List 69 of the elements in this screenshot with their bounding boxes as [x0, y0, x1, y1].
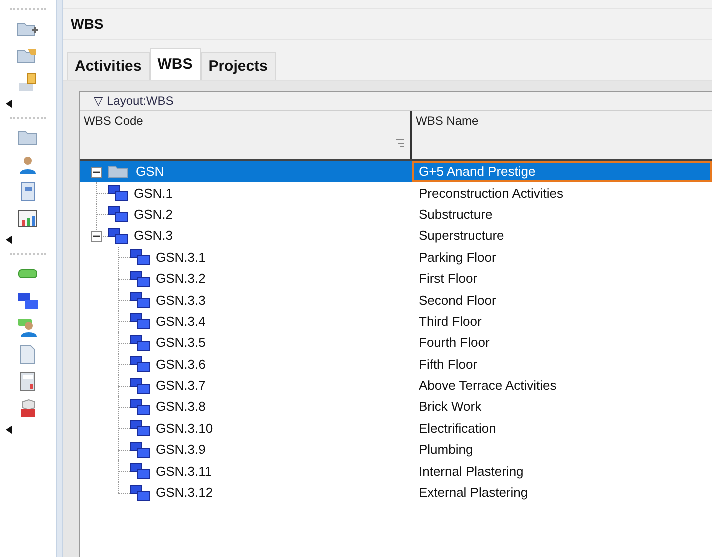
wbs-name-cell-text: External Plastering [418, 484, 530, 502]
wbs-code-cell: GSN.3 [134, 228, 174, 244]
wbs-node-icon [130, 356, 150, 372]
wbs-code-cell: GSN.3.6 [156, 356, 206, 372]
wbs-node-icon [130, 334, 150, 351]
wbs-name-cell-text: Superstructure [418, 227, 506, 246]
open-folder-icon[interactable] [17, 46, 39, 66]
wbs-node-icon [130, 463, 150, 480]
wbs-node-icon [108, 228, 128, 244]
wbs-name-cell-text: Brick Work [418, 398, 483, 416]
wbs-name-cell-text: First Floor [418, 270, 478, 288]
wbs-name-cell-text: Electrification [418, 420, 498, 438]
wbs-code-cell: GSN.3.11 [156, 464, 212, 479]
wbs-name-cell-text: Third Floor [418, 312, 483, 331]
wbs-code-cell: GSN.1 [134, 186, 174, 201]
wbs-node-icon [130, 313, 150, 330]
person-icon[interactable] [17, 318, 39, 338]
wbs-node-icon [130, 442, 150, 458]
wbs-name-cell-text: Parking Floor [418, 248, 498, 267]
collapse-arrow-icon[interactable] [6, 426, 12, 434]
layout-toggle[interactable]: ▽ [94, 94, 103, 108]
layout-label: Layout:WBS [107, 94, 174, 108]
collapse-arrow-icon[interactable] [6, 236, 12, 244]
wbs-code-cell: GSN.3.3 [156, 292, 206, 308]
export-icon[interactable] [17, 73, 39, 93]
wbs-code-cell: GSN.3.12 [156, 485, 214, 500]
wbs-name-cell-text: Preconstruction Activities [418, 184, 565, 203]
wbs-node-icon [108, 185, 128, 202]
wbs-code-cell: GSN.3.9 [156, 442, 206, 458]
tab[interactable]: Projects [200, 52, 276, 80]
wbs-name-cell: G+5 Anand Prestige [412, 161, 712, 182]
wbs-name-cell-text: Above Terrace Activities [418, 377, 558, 396]
folder-icon [108, 164, 130, 179]
wbs-code-cell: GSN.3.10 [156, 420, 214, 436]
wbs-node-icon [108, 206, 128, 222]
wbs-node-icon [130, 378, 150, 394]
wbs-code-cell: GSN.3.5 [156, 335, 206, 350]
filter-icon[interactable] [396, 139, 404, 148]
wbs-node-icon [130, 484, 150, 501]
wbs-node-icon [130, 420, 150, 436]
wbs-node-icon [130, 249, 150, 266]
wbs-code-cell: GSN.2 [134, 206, 174, 222]
wbs-node-icon [130, 270, 150, 287]
wbs-code-cell: GSN.3.7 [156, 378, 206, 394]
tab[interactable]: WBS [150, 48, 201, 80]
wbs-code-cell: GSN.3.1 [156, 250, 206, 265]
wbs-name-cell-text: Internal Plastering [418, 462, 525, 481]
wbs-name-cell-text: Second Floor [418, 292, 498, 310]
wbs-name-cell-text: Fifth Floor [418, 356, 479, 374]
wbs-name-cell-text: Fourth Floor [418, 334, 491, 352]
collapse-arrow-icon[interactable] [6, 100, 12, 108]
wbs-code-cell: GSN.3.2 [156, 271, 206, 286]
wbs-name-cell-text: Plumbing [418, 441, 474, 460]
collapse-button[interactable] [91, 166, 102, 178]
chart-icon[interactable] [17, 209, 39, 229]
table-row[interactable]: GSN G+5 Anand Prestige [80, 161, 712, 182]
panel-title: WBS [71, 16, 104, 32]
wbs-code-cell: GSN.3.8 [156, 399, 206, 414]
wbs-icon[interactable] [17, 291, 39, 311]
person-icon[interactable] [17, 155, 39, 175]
wbs-name-cell-text: Substructure [418, 206, 494, 224]
collapse-button[interactable] [91, 230, 102, 242]
wbs-node-icon [130, 398, 150, 415]
column-header[interactable]: WBS Code [80, 111, 412, 159]
wbs-node-icon [130, 292, 150, 308]
wbs-code-cell: GSN.3.4 [156, 314, 206, 329]
wbs-code-cell: GSN [136, 164, 164, 180]
tab[interactable]: Activities [67, 52, 150, 80]
column-header[interactable]: WBS Name [412, 111, 712, 159]
